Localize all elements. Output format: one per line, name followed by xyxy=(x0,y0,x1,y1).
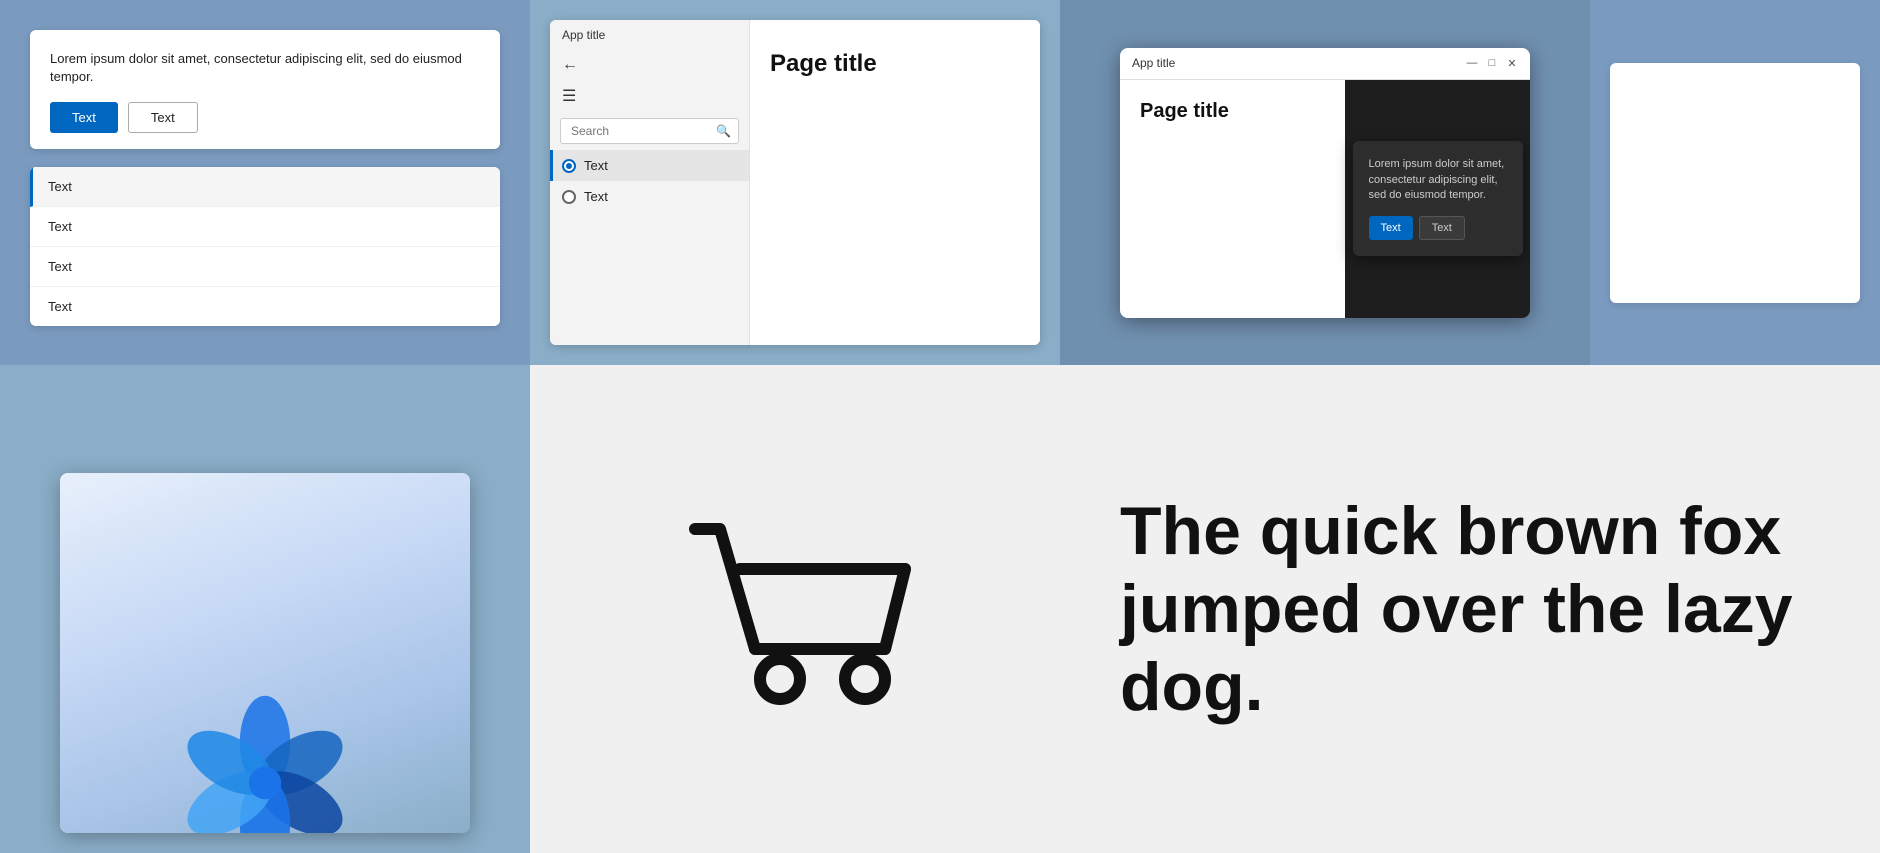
close-button[interactable]: ✕ xyxy=(1506,57,1518,69)
edge-logo-icon xyxy=(175,693,355,833)
window-titlebar: App title — □ ✕ xyxy=(1120,48,1530,80)
split-dark-side: Lorem ipsum dolor sit amet, consectetur … xyxy=(1345,80,1530,318)
nav-pane: App title ← ☰ 🔍 Text Text xyxy=(550,20,750,345)
page-title: Page title xyxy=(770,50,1020,78)
browser-mockup xyxy=(60,473,470,833)
search-icon: 🔍 xyxy=(716,124,731,138)
cell-dialog-list: Lorem ipsum dolor sit amet, consectetur … xyxy=(0,0,530,365)
hamburger-icon[interactable]: ☰ xyxy=(550,80,749,112)
search-container: 🔍 xyxy=(560,118,739,144)
list-box: Text Text Text Text xyxy=(30,167,500,326)
minimize-button[interactable]: — xyxy=(1466,57,1478,69)
radio-0 xyxy=(562,159,576,173)
app-window: App title ← ☰ 🔍 Text Text xyxy=(550,20,1040,345)
dialog-primary-button[interactable]: Text xyxy=(50,102,118,133)
split-body: Page title Lorem ipsum dolor sit amet, c… xyxy=(1120,80,1530,318)
nav-items-list: Text Text xyxy=(550,150,749,345)
cell-text-display: The quick brown fox jumped over the lazy… xyxy=(1060,365,1880,853)
modal-secondary-button[interactable]: Text xyxy=(1419,216,1465,240)
cell-app-window: App title ← ☰ 🔍 Text Text xyxy=(530,0,1060,365)
list-item-1[interactable]: Text xyxy=(30,207,500,247)
search-input[interactable] xyxy=(560,118,739,144)
white-panel xyxy=(1610,63,1860,303)
cell-white-panel xyxy=(1590,0,1880,365)
dialog-box: Lorem ipsum dolor sit amet, consectetur … xyxy=(30,30,500,149)
split-light-side: Page title xyxy=(1120,80,1345,318)
list-item-2[interactable]: Text xyxy=(30,247,500,287)
list-item-3[interactable]: Text xyxy=(30,287,500,326)
split-window: App title — □ ✕ Page title Lorem ipsum d… xyxy=(1120,48,1530,318)
nav-item-0[interactable]: Text xyxy=(550,150,749,181)
cell-cart xyxy=(530,365,1060,853)
window-title: App title xyxy=(1132,56,1175,70)
window-controls: — □ ✕ xyxy=(1466,57,1518,69)
dialog-buttons: Text Text xyxy=(50,102,480,133)
modal-primary-button[interactable]: Text xyxy=(1369,216,1413,240)
dialog-secondary-button[interactable]: Text xyxy=(128,102,198,133)
modal-body-text: Lorem ipsum dolor sit amet, consectetur … xyxy=(1369,157,1507,203)
list-item-0[interactable]: Text xyxy=(30,167,500,207)
dialog-body-text: Lorem ipsum dolor sit amet, consectetur … xyxy=(50,50,480,86)
cell-browser xyxy=(0,365,530,853)
modal-buttons: Text Text xyxy=(1369,216,1507,240)
cart-icon xyxy=(665,479,925,739)
nav-item-1[interactable]: Text xyxy=(550,181,749,212)
main-grid: Lorem ipsum dolor sit amet, consectetur … xyxy=(0,0,1880,853)
content-area: Page title xyxy=(750,20,1040,345)
big-text-display: The quick brown fox jumped over the lazy… xyxy=(1120,492,1820,727)
cell-split-window: App title — □ ✕ Page title Lorem ipsum d… xyxy=(1060,0,1590,365)
bottom-row: The quick brown fox jumped over the lazy… xyxy=(0,365,1880,853)
app-title: App title xyxy=(550,20,749,50)
modal-box: Lorem ipsum dolor sit amet, consectetur … xyxy=(1353,141,1523,255)
browser-content xyxy=(60,473,470,833)
maximize-button[interactable]: □ xyxy=(1486,57,1498,69)
modal-overlay: Lorem ipsum dolor sit amet, consectetur … xyxy=(1345,80,1530,318)
split-page-title: Page title xyxy=(1140,100,1229,123)
radio-1 xyxy=(562,190,576,204)
back-button[interactable]: ← xyxy=(550,50,749,80)
